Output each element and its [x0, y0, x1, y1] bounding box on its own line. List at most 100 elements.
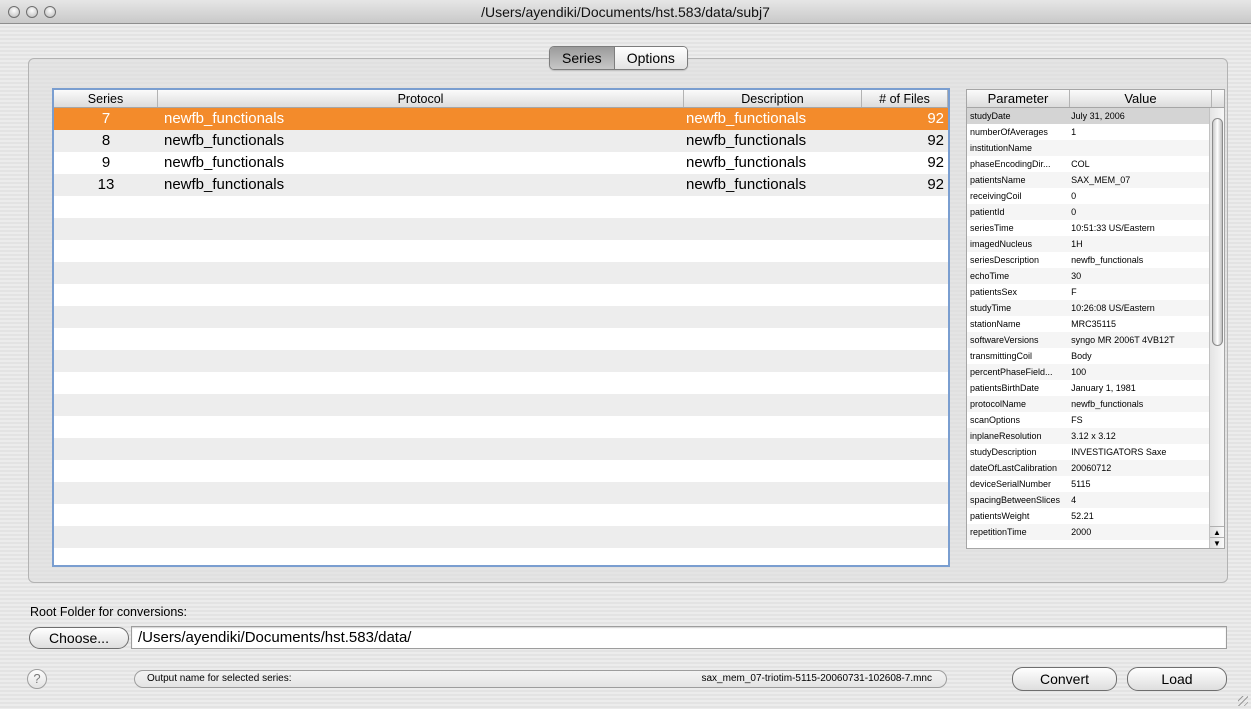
parameter-value: 2000	[1071, 527, 1092, 537]
parameter-row[interactable]: inplaneResolution 3.12 x 3.12	[967, 428, 1210, 444]
parameter-name: studyTime	[970, 303, 1012, 313]
window-title: /Users/ayendiki/Documents/hst.583/data/s…	[481, 4, 770, 20]
parameter-value: 1H	[1071, 239, 1083, 249]
parameter-value: COL	[1071, 159, 1090, 169]
parameter-name: echoTime	[970, 271, 1010, 281]
series-description: newfb_functionals	[686, 176, 807, 193]
column-header-protocol[interactable]: Protocol	[158, 90, 684, 107]
parameter-row[interactable]: echoTime 30	[967, 268, 1210, 284]
parameter-name: scanOptions	[970, 415, 1021, 425]
protocol-name: newfb_functionals	[164, 176, 285, 193]
parameter-row[interactable]: receivingCoil 0	[967, 188, 1210, 204]
parameter-row[interactable]: patientsBirthDate January 1, 1981	[967, 380, 1210, 396]
tab-series[interactable]: Series	[550, 47, 615, 69]
parameter-name: imagedNucleus	[970, 239, 1033, 249]
parameter-value: FS	[1071, 415, 1083, 425]
series-description: newfb_functionals	[686, 154, 807, 171]
parameter-name: inplaneResolution	[970, 431, 1042, 441]
parameter-value: January 1, 1981	[1071, 383, 1136, 393]
load-button[interactable]: Load	[1127, 667, 1227, 691]
parameter-row[interactable]: patientId 0	[967, 204, 1210, 220]
table-row[interactable]: 13 newfb_functionals newfb_functionals 9…	[54, 174, 948, 196]
scroll-up-arrow-icon[interactable]: ▲	[1210, 526, 1224, 537]
parameter-name: softwareVersions	[970, 335, 1039, 345]
parameter-row[interactable]: scanOptions FS	[967, 412, 1210, 428]
parameter-value: 10:51:33 US/Eastern	[1071, 223, 1155, 233]
resize-grip-icon[interactable]	[1238, 696, 1248, 706]
parameter-value: 30	[1071, 271, 1082, 281]
scroll-down-arrow-icon[interactable]: ▼	[1210, 537, 1224, 548]
parameter-row[interactable]: studyTime 10:26:08 US/Eastern	[967, 300, 1210, 316]
file-count: 92	[927, 176, 944, 193]
parameter-name: patientsName	[970, 175, 1026, 185]
parameter-row[interactable]: stationName MRC35115	[967, 316, 1210, 332]
parameter-row[interactable]: patientsSex F	[967, 284, 1210, 300]
parameter-value: INVESTIGATORS Saxe	[1071, 447, 1167, 457]
table-row[interactable]: 7 newfb_functionals newfb_functionals 92	[54, 108, 948, 130]
help-icon[interactable]: ?	[27, 669, 47, 689]
parameter-name: protocolName	[970, 399, 1027, 409]
parameter-row[interactable]: studyDescription INVESTIGATORS Saxe	[967, 444, 1210, 460]
parameter-row[interactable]: seriesTime 10:51:33 US/Eastern	[967, 220, 1210, 236]
title-bar: /Users/ayendiki/Documents/hst.583/data/s…	[0, 0, 1251, 24]
output-name-label: Output name for selected series:	[147, 673, 292, 684]
parameter-row[interactable]: institutionName	[967, 140, 1210, 156]
parameter-name: seriesDescription	[970, 255, 1040, 265]
parameter-value: 4	[1071, 495, 1077, 505]
series-number: 13	[97, 176, 115, 193]
parameter-name: seriesTime	[970, 223, 1014, 233]
parameter-scrollbar[interactable]: ▲ ▼	[1209, 108, 1224, 548]
parameter-value: syngo MR 2006T 4VB12T	[1071, 335, 1175, 345]
protocol-name: newfb_functionals	[164, 154, 285, 171]
parameter-row[interactable]: spacingBetweenSlices 4	[967, 492, 1210, 508]
parameter-row[interactable]: imagedNucleus 1H	[967, 236, 1210, 252]
column-header-series[interactable]: Series	[54, 90, 158, 107]
parameter-row[interactable]: patientsWeight 52.21	[967, 508, 1210, 524]
parameter-row[interactable]: seriesDescription newfb_functionals	[967, 252, 1210, 268]
parameter-row[interactable]: patientsName SAX_MEM_07	[967, 172, 1210, 188]
parameter-value: 1	[1071, 127, 1077, 137]
parameter-name: patientsBirthDate	[970, 383, 1040, 393]
table-row[interactable]: 9 newfb_functionals newfb_functionals 92	[54, 152, 948, 174]
scrollbar-thumb[interactable]	[1212, 118, 1223, 346]
root-folder-label: Root Folder for conversions:	[30, 605, 188, 619]
column-header-value[interactable]: Value	[1070, 90, 1212, 107]
parameter-name: deviceSerialNumber	[970, 479, 1052, 489]
parameter-value: 3.12 x 3.12	[1071, 431, 1116, 441]
parameter-row[interactable]: softwareVersions syngo MR 2006T 4VB12T	[967, 332, 1210, 348]
parameter-row[interactable]: numberOfAverages 1	[967, 124, 1210, 140]
series-table[interactable]: Series Protocol Description # of Files 7…	[52, 88, 950, 567]
parameter-row[interactable]: phaseEncodingDir... COL	[967, 156, 1210, 172]
series-description: newfb_functionals	[686, 110, 807, 127]
parameter-value: newfb_functionals	[1071, 399, 1144, 409]
convert-button[interactable]: Convert	[1012, 667, 1117, 691]
parameter-row[interactable]: deviceSerialNumber 5115	[967, 476, 1210, 492]
column-header-parameter[interactable]: Parameter	[967, 90, 1070, 107]
series-number: 9	[101, 154, 111, 171]
parameter-row[interactable]: repetitionTime 2000	[967, 524, 1210, 540]
column-header-file-count[interactable]: # of Files	[862, 90, 948, 107]
parameter-table-body: studyDate July 31, 2006 numberOfAverages 1 i…	[967, 108, 1210, 548]
choose-button[interactable]: Choose...	[29, 627, 129, 649]
tab-options[interactable]: Options	[614, 47, 687, 69]
parameter-value: July 31, 2006	[1071, 111, 1125, 121]
parameter-value: 0	[1071, 207, 1077, 217]
column-header-description[interactable]: Description	[684, 90, 862, 107]
series-number: 7	[101, 110, 111, 127]
parameter-name: patientId	[970, 207, 1005, 217]
file-count: 92	[927, 110, 944, 127]
parameter-row[interactable]: dateOfLastCalibration 20060712	[967, 460, 1210, 476]
table-row[interactable]: 8 newfb_functionals newfb_functionals 92	[54, 130, 948, 152]
parameter-row[interactable]: protocolName newfb_functionals	[967, 396, 1210, 412]
parameter-table-header: Parameter Value	[967, 90, 1224, 108]
parameter-name: studyDate	[970, 111, 1011, 121]
parameter-table[interactable]: Parameter Value studyDate July 31, 2006 nu…	[966, 89, 1225, 549]
parameter-row[interactable]: transmittingCoil Body	[967, 348, 1210, 364]
parameter-row[interactable]: studyDate July 31, 2006	[967, 108, 1210, 124]
parameter-name: transmittingCoil	[970, 351, 1033, 361]
parameter-value: 0	[1071, 191, 1077, 201]
parameter-row[interactable]: percentPhaseField... 100	[967, 364, 1210, 380]
protocol-name: newfb_functionals	[164, 132, 285, 149]
series-table-header: Series Protocol Description # of Files	[54, 90, 948, 108]
root-folder-path-field[interactable]: /Users/ayendiki/Documents/hst.583/data/	[131, 626, 1227, 649]
